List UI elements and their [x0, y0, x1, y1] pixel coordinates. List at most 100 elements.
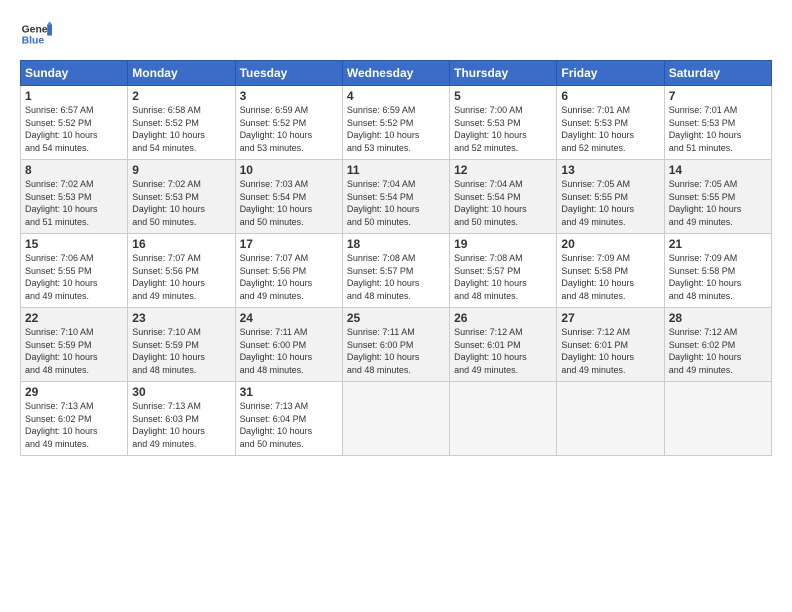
calendar-empty-cell: [664, 382, 771, 456]
calendar-day-6: 6Sunrise: 7:01 AM Sunset: 5:53 PM Daylig…: [557, 86, 664, 160]
calendar-day-16: 16Sunrise: 7:07 AM Sunset: 5:56 PM Dayli…: [128, 234, 235, 308]
calendar-header-row: SundayMondayTuesdayWednesdayThursdayFrid…: [21, 61, 772, 86]
day-number: 22: [25, 311, 123, 325]
day-info: Sunrise: 7:13 AM Sunset: 6:03 PM Dayligh…: [132, 400, 230, 450]
day-info: Sunrise: 7:08 AM Sunset: 5:57 PM Dayligh…: [347, 252, 445, 302]
calendar-day-11: 11Sunrise: 7:04 AM Sunset: 5:54 PM Dayli…: [342, 160, 449, 234]
calendar-week-row: 1Sunrise: 6:57 AM Sunset: 5:52 PM Daylig…: [21, 86, 772, 160]
calendar-empty-cell: [557, 382, 664, 456]
day-number: 5: [454, 89, 552, 103]
day-info: Sunrise: 6:58 AM Sunset: 5:52 PM Dayligh…: [132, 104, 230, 154]
day-number: 25: [347, 311, 445, 325]
day-number: 13: [561, 163, 659, 177]
calendar-day-2: 2Sunrise: 6:58 AM Sunset: 5:52 PM Daylig…: [128, 86, 235, 160]
calendar-day-12: 12Sunrise: 7:04 AM Sunset: 5:54 PM Dayli…: [450, 160, 557, 234]
day-number: 26: [454, 311, 552, 325]
calendar-day-14: 14Sunrise: 7:05 AM Sunset: 5:55 PM Dayli…: [664, 160, 771, 234]
day-number: 16: [132, 237, 230, 251]
day-number: 6: [561, 89, 659, 103]
calendar-day-10: 10Sunrise: 7:03 AM Sunset: 5:54 PM Dayli…: [235, 160, 342, 234]
calendar-empty-cell: [450, 382, 557, 456]
day-number: 18: [347, 237, 445, 251]
day-number: 7: [669, 89, 767, 103]
day-info: Sunrise: 7:12 AM Sunset: 6:01 PM Dayligh…: [454, 326, 552, 376]
calendar-day-20: 20Sunrise: 7:09 AM Sunset: 5:58 PM Dayli…: [557, 234, 664, 308]
day-info: Sunrise: 7:10 AM Sunset: 5:59 PM Dayligh…: [25, 326, 123, 376]
calendar-day-15: 15Sunrise: 7:06 AM Sunset: 5:55 PM Dayli…: [21, 234, 128, 308]
day-info: Sunrise: 7:02 AM Sunset: 5:53 PM Dayligh…: [132, 178, 230, 228]
day-info: Sunrise: 7:13 AM Sunset: 6:04 PM Dayligh…: [240, 400, 338, 450]
calendar-day-31: 31Sunrise: 7:13 AM Sunset: 6:04 PM Dayli…: [235, 382, 342, 456]
calendar-day-25: 25Sunrise: 7:11 AM Sunset: 6:00 PM Dayli…: [342, 308, 449, 382]
day-info: Sunrise: 7:06 AM Sunset: 5:55 PM Dayligh…: [25, 252, 123, 302]
day-number: 15: [25, 237, 123, 251]
day-number: 8: [25, 163, 123, 177]
day-number: 2: [132, 89, 230, 103]
calendar-day-19: 19Sunrise: 7:08 AM Sunset: 5:57 PM Dayli…: [450, 234, 557, 308]
day-header-friday: Friday: [557, 61, 664, 86]
day-number: 9: [132, 163, 230, 177]
calendar-day-13: 13Sunrise: 7:05 AM Sunset: 5:55 PM Dayli…: [557, 160, 664, 234]
calendar-day-22: 22Sunrise: 7:10 AM Sunset: 5:59 PM Dayli…: [21, 308, 128, 382]
day-number: 24: [240, 311, 338, 325]
day-info: Sunrise: 7:02 AM Sunset: 5:53 PM Dayligh…: [25, 178, 123, 228]
calendar-day-8: 8Sunrise: 7:02 AM Sunset: 5:53 PM Daylig…: [21, 160, 128, 234]
calendar-day-21: 21Sunrise: 7:09 AM Sunset: 5:58 PM Dayli…: [664, 234, 771, 308]
day-info: Sunrise: 7:04 AM Sunset: 5:54 PM Dayligh…: [454, 178, 552, 228]
calendar-week-row: 8Sunrise: 7:02 AM Sunset: 5:53 PM Daylig…: [21, 160, 772, 234]
day-info: Sunrise: 6:59 AM Sunset: 5:52 PM Dayligh…: [347, 104, 445, 154]
calendar-day-26: 26Sunrise: 7:12 AM Sunset: 6:01 PM Dayli…: [450, 308, 557, 382]
day-header-monday: Monday: [128, 61, 235, 86]
day-number: 1: [25, 89, 123, 103]
calendar-week-row: 22Sunrise: 7:10 AM Sunset: 5:59 PM Dayli…: [21, 308, 772, 382]
day-info: Sunrise: 7:05 AM Sunset: 5:55 PM Dayligh…: [669, 178, 767, 228]
day-header-sunday: Sunday: [21, 61, 128, 86]
svg-text:Blue: Blue: [22, 36, 45, 47]
day-number: 11: [347, 163, 445, 177]
day-info: Sunrise: 7:05 AM Sunset: 5:55 PM Dayligh…: [561, 178, 659, 228]
day-header-saturday: Saturday: [664, 61, 771, 86]
calendar-day-1: 1Sunrise: 6:57 AM Sunset: 5:52 PM Daylig…: [21, 86, 128, 160]
day-number: 23: [132, 311, 230, 325]
day-header-thursday: Thursday: [450, 61, 557, 86]
calendar-day-9: 9Sunrise: 7:02 AM Sunset: 5:53 PM Daylig…: [128, 160, 235, 234]
day-number: 21: [669, 237, 767, 251]
calendar-day-5: 5Sunrise: 7:00 AM Sunset: 5:53 PM Daylig…: [450, 86, 557, 160]
day-info: Sunrise: 7:07 AM Sunset: 5:56 PM Dayligh…: [240, 252, 338, 302]
calendar-day-4: 4Sunrise: 6:59 AM Sunset: 5:52 PM Daylig…: [342, 86, 449, 160]
calendar-day-27: 27Sunrise: 7:12 AM Sunset: 6:01 PM Dayli…: [557, 308, 664, 382]
day-number: 19: [454, 237, 552, 251]
day-info: Sunrise: 7:08 AM Sunset: 5:57 PM Dayligh…: [454, 252, 552, 302]
calendar-day-24: 24Sunrise: 7:11 AM Sunset: 6:00 PM Dayli…: [235, 308, 342, 382]
day-info: Sunrise: 7:11 AM Sunset: 6:00 PM Dayligh…: [347, 326, 445, 376]
day-info: Sunrise: 7:00 AM Sunset: 5:53 PM Dayligh…: [454, 104, 552, 154]
day-number: 30: [132, 385, 230, 399]
day-info: Sunrise: 7:11 AM Sunset: 6:00 PM Dayligh…: [240, 326, 338, 376]
calendar-day-29: 29Sunrise: 7:13 AM Sunset: 6:02 PM Dayli…: [21, 382, 128, 456]
logo: General Blue: [20, 18, 52, 50]
calendar-week-row: 15Sunrise: 7:06 AM Sunset: 5:55 PM Dayli…: [21, 234, 772, 308]
calendar-day-7: 7Sunrise: 7:01 AM Sunset: 5:53 PM Daylig…: [664, 86, 771, 160]
day-number: 27: [561, 311, 659, 325]
calendar-day-30: 30Sunrise: 7:13 AM Sunset: 6:03 PM Dayli…: [128, 382, 235, 456]
day-number: 3: [240, 89, 338, 103]
day-info: Sunrise: 7:12 AM Sunset: 6:02 PM Dayligh…: [669, 326, 767, 376]
day-number: 20: [561, 237, 659, 251]
day-info: Sunrise: 7:04 AM Sunset: 5:54 PM Dayligh…: [347, 178, 445, 228]
calendar-day-17: 17Sunrise: 7:07 AM Sunset: 5:56 PM Dayli…: [235, 234, 342, 308]
day-number: 28: [669, 311, 767, 325]
day-number: 29: [25, 385, 123, 399]
day-info: Sunrise: 7:01 AM Sunset: 5:53 PM Dayligh…: [669, 104, 767, 154]
day-number: 14: [669, 163, 767, 177]
day-info: Sunrise: 7:13 AM Sunset: 6:02 PM Dayligh…: [25, 400, 123, 450]
calendar: SundayMondayTuesdayWednesdayThursdayFrid…: [20, 60, 772, 456]
day-info: Sunrise: 7:07 AM Sunset: 5:56 PM Dayligh…: [132, 252, 230, 302]
calendar-day-23: 23Sunrise: 7:10 AM Sunset: 5:59 PM Dayli…: [128, 308, 235, 382]
day-header-tuesday: Tuesday: [235, 61, 342, 86]
day-number: 17: [240, 237, 338, 251]
day-info: Sunrise: 7:09 AM Sunset: 5:58 PM Dayligh…: [669, 252, 767, 302]
day-header-wednesday: Wednesday: [342, 61, 449, 86]
day-number: 12: [454, 163, 552, 177]
day-info: Sunrise: 7:03 AM Sunset: 5:54 PM Dayligh…: [240, 178, 338, 228]
calendar-empty-cell: [342, 382, 449, 456]
